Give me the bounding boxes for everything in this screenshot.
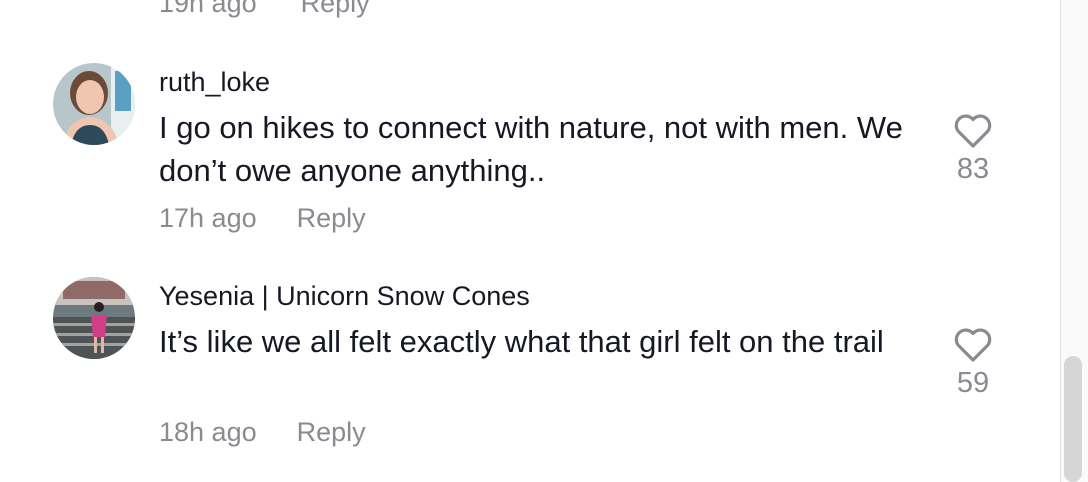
comment-timestamp: 19h ago	[159, 0, 257, 18]
like-count: 83	[956, 153, 990, 185]
heart-outline-icon	[954, 114, 992, 148]
reply-button[interactable]: Reply	[297, 417, 366, 447]
scrollbar[interactable]	[1060, 0, 1088, 482]
comments-panel: 19h ago Reply ruth_loke I go on hikes to …	[0, 0, 1088, 482]
comment-text: It’s like we all felt exactly what that …	[159, 324, 884, 359]
like-button[interactable]: 59	[945, 327, 1001, 400]
scrollbar-thumb[interactable]	[1064, 356, 1082, 482]
reply-button[interactable]: Reply	[301, 0, 370, 18]
comment-list: 19h ago Reply ruth_loke I go on hikes to …	[0, 0, 1060, 482]
previous-comment-meta: 19h ago Reply	[159, 0, 370, 19]
comment-text: I go on hikes to connect with nature, no…	[159, 110, 903, 188]
comment-timestamp: 17h ago	[159, 203, 257, 233]
comment-username[interactable]: ruth_loke	[159, 67, 270, 98]
comment-timestamp: 18h ago	[159, 417, 257, 447]
avatar[interactable]	[53, 63, 135, 145]
reply-button[interactable]: Reply	[297, 203, 366, 233]
like-button[interactable]: 83	[945, 113, 1001, 186]
heart-outline-icon	[954, 328, 992, 362]
comment-meta: 17h ago Reply	[159, 203, 366, 234]
avatar[interactable]	[53, 277, 135, 359]
comment-username[interactable]: Yesenia | Unicorn Snow Cones	[159, 281, 530, 312]
like-count: 59	[956, 367, 990, 399]
comment-meta: 18h ago Reply	[159, 417, 366, 448]
